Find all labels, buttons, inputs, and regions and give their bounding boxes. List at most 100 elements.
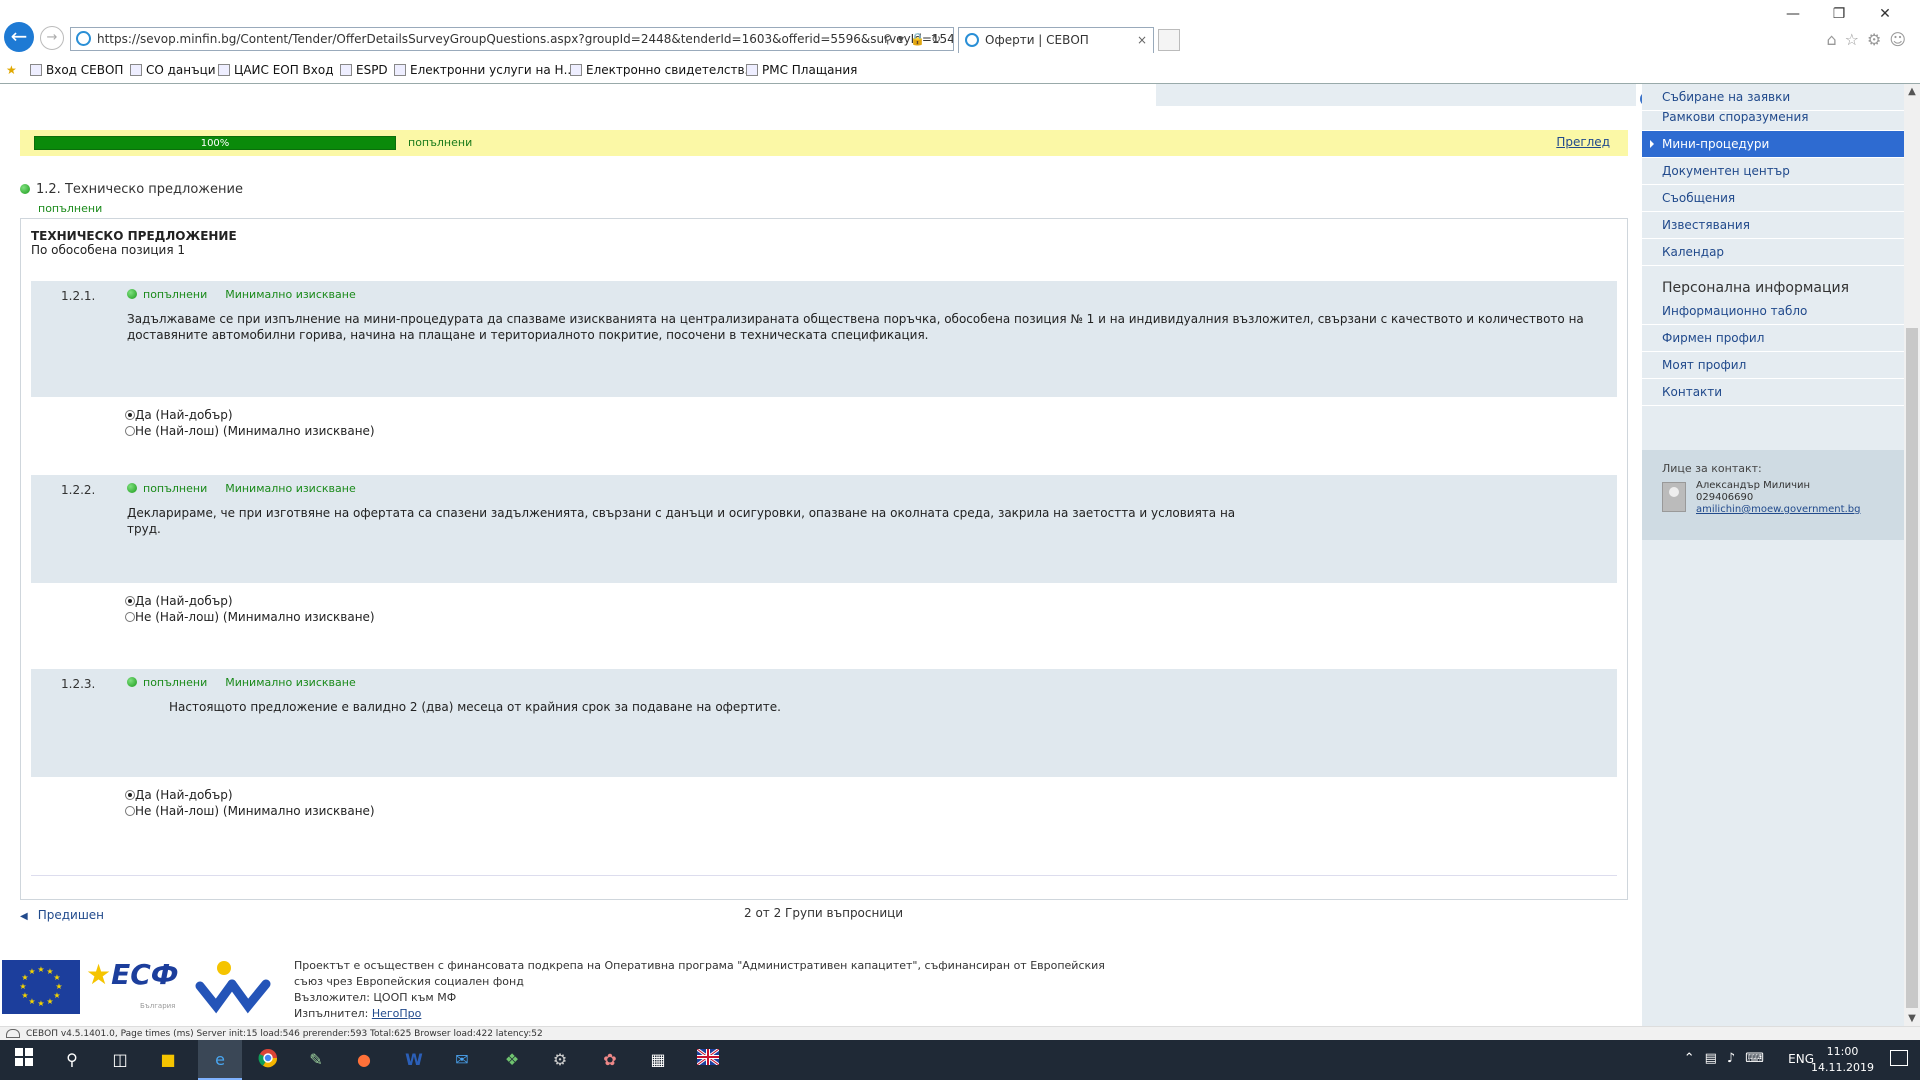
browser-tab[interactable]: Оферти | СЕВОП × [958,27,1154,53]
eu-flag-logo: ★ ★ ★ ★ ★ ★ ★ ★ ★ ★ ★ ★ [2,960,80,1014]
favorite-link[interactable]: Електронни услуги на Н... [394,58,575,82]
internet-explorer-icon[interactable]: e [208,1048,232,1072]
svg-text:★: ★ [21,991,28,1000]
scroll-thumb[interactable] [1906,328,1918,1008]
favorite-link[interactable]: ESPD [340,58,388,82]
radio-unselected[interactable] [125,806,135,816]
forward-button[interactable]: → [40,26,64,50]
progress-percent: 100% [200,138,230,149]
status-dot-icon [127,677,137,687]
section-status: попълнени [38,202,103,215]
requirement-label: Минимално изискване [225,676,356,689]
tab-title: Оферти | СЕВОП [985,33,1089,47]
favorite-page-icon [340,64,352,76]
question-text: Декларираме, че при изготвяне на офертат… [127,506,1236,536]
favorite-page-icon [570,64,582,76]
favorites-star-icon[interactable]: ★ [6,58,17,82]
previous-link[interactable]: ◀ Предишен [20,908,104,922]
notepad-icon[interactable]: ✎ [304,1048,328,1072]
opac-logo-icon [195,961,271,1014]
chrome-icon[interactable] [256,1048,280,1072]
answer-options: Да (Най-добър) Не (Най-лош) (Минимално и… [125,787,375,819]
favorite-link[interactable]: ЦАИС ЕОП Вход [218,58,334,82]
svg-text:★: ★ [28,997,35,1006]
radio-selected[interactable] [125,790,135,800]
top-strip [1156,84,1636,106]
answer-option-no[interactable]: Не (Най-лош) (Минимално изискване) [125,803,375,819]
radio-unselected[interactable] [125,426,135,436]
file-explorer-icon[interactable]: ■ [156,1048,180,1072]
status-dot-icon [127,289,137,299]
answer-option-yes[interactable]: Да (Най-добър) [125,593,375,609]
answer-option-no[interactable]: Не (Най-лош) (Минимално изискване) [125,609,375,625]
status-text: СЕВОП v4.5.1401.0, Page times (ms) Serve… [26,1029,543,1039]
answer-option-yes[interactable]: Да (Най-добър) [125,787,375,803]
tray-icons[interactable]: ⌃▤♪⌨ [1684,1051,1774,1066]
close-window-button[interactable]: ✕ [1862,0,1908,28]
contractor-link[interactable]: НегоПро [372,1007,422,1020]
favorite-page-icon [746,64,758,76]
requirement-label: Минимално изискване [225,482,356,495]
sidebar-item-mini-procedures[interactable]: Мини-процедури [1642,131,1904,158]
notification-center-icon[interactable] [1890,1050,1908,1066]
network-app-icon[interactable]: ❖ [500,1048,524,1072]
question-status: попълнени Минимално изискване [127,288,356,301]
tools-app-icon[interactable]: ⚙ [548,1048,572,1072]
firefox-icon[interactable]: ● [352,1048,376,1072]
panel-heading: ТЕХНИЧЕСКО ПРЕДЛОЖЕНИЕ [31,229,237,243]
contact-box: Лице за контакт: Александър Миличин 0294… [1642,450,1904,540]
contact-email-link[interactable]: amilichin@moew.government.bg [1696,504,1860,515]
question-text: Настоящото предложение е валидно 2 (два)… [169,700,781,714]
vertical-scrollbar[interactable]: ▲ ▼ [1904,84,1920,1026]
op-admin-capacity-logo [194,956,272,1018]
uk-flag-icon[interactable] [696,1047,720,1072]
sidebar-item-calendar[interactable]: Календар [1642,239,1904,266]
calculator-icon[interactable]: ▦ [646,1048,670,1072]
address-url: https://sevop.minfin.bg/Content/Tender/O… [97,32,954,46]
browser-chrome: ← → https://sevop.minfin.bg/Content/Tend… [0,0,1920,84]
windows-start-icon[interactable] [12,1048,36,1072]
address-bar[interactable]: https://sevop.minfin.bg/Content/Tender/O… [70,27,954,51]
favorite-link[interactable]: СО данъци [130,58,216,82]
sidebar-item-contacts[interactable]: Контакти [1642,379,1904,406]
minimize-button[interactable]: — [1770,0,1816,28]
answer-options: Да (Най-добър) Не (Най-лош) (Минимално и… [125,593,375,625]
word-icon[interactable]: W [402,1048,426,1072]
scroll-down-icon[interactable]: ▼ [1904,1013,1920,1024]
favorite-link[interactable]: РМС Плащания [746,58,857,82]
sidebar-item-framework-agreements[interactable]: Рамкови споразумения [1642,104,1904,131]
outlook-icon[interactable]: ✉ [450,1048,474,1072]
favorite-page-icon [30,64,42,76]
favorite-page-icon [394,64,406,76]
radio-unselected[interactable] [125,612,135,622]
sidebar-item-company-profile[interactable]: Фирмен профил [1642,325,1904,352]
sidebar-item-my-profile[interactable]: Моят профил [1642,352,1904,379]
search-icon[interactable]: ⚲ [60,1048,84,1072]
address-tools[interactable]: ⚲▾🔒↻ [883,28,947,50]
browser-toolbar-icons[interactable]: ⌂☆⚙☺ [1826,30,1914,49]
requirement-label: Минимално изискване [225,288,356,301]
scroll-up-icon[interactable]: ▲ [1904,86,1920,97]
esf-logo: ★ЕСФ България [86,958,179,1010]
answer-option-yes[interactable]: Да (Най-добър) [125,407,375,423]
restore-button[interactable]: ❐ [1816,0,1862,28]
back-button[interactable]: ← [4,22,34,52]
svg-text:★: ★ [37,999,44,1008]
sidebar-item-dashboard[interactable]: Информационно табло [1642,298,1904,325]
favorite-link[interactable]: Вход СЕВОП [30,58,123,82]
clock[interactable]: 11:00 14.11.2019 г. [1811,1044,1874,1092]
new-tab-button[interactable] [1158,29,1180,51]
radio-selected[interactable] [125,596,135,606]
progress-bar: 100% [34,136,396,150]
answer-option-no[interactable]: Не (Най-лош) (Минимално изискване) [125,423,375,439]
question-status: попълнени Минимално изискване [127,676,356,689]
paint-app-icon[interactable]: ✿ [598,1048,622,1072]
sidebar-item-messages[interactable]: Съобщения [1642,185,1904,212]
review-link[interactable]: Преглед [1556,135,1610,149]
sidebar-item-document-center[interactable]: Документен център [1642,158,1904,185]
tab-close-icon[interactable]: × [1137,28,1147,52]
radio-selected[interactable] [125,410,135,420]
task-view-icon[interactable]: ◫ [108,1048,132,1072]
sidebar-item-notifications[interactable]: Известявания [1642,212,1904,239]
favorite-link[interactable]: Електронно свидетелств... [570,58,756,82]
